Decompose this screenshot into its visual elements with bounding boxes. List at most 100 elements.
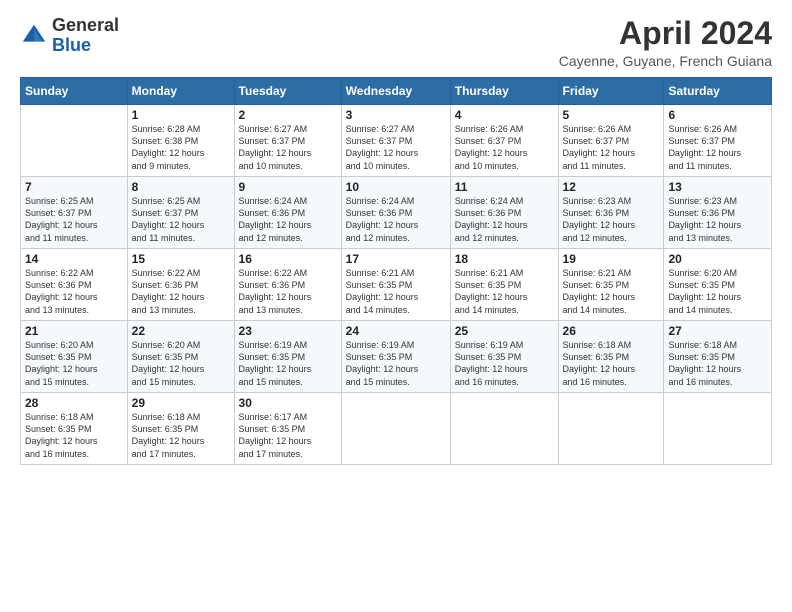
- table-row: 29Sunrise: 6:18 AM Sunset: 6:35 PM Dayli…: [127, 393, 234, 465]
- day-number: 4: [455, 108, 554, 122]
- day-info: Sunrise: 6:28 AM Sunset: 6:38 PM Dayligh…: [132, 123, 230, 172]
- day-info: Sunrise: 6:26 AM Sunset: 6:37 PM Dayligh…: [668, 123, 767, 172]
- day-number: 5: [563, 108, 660, 122]
- logo-text: General Blue: [52, 16, 119, 56]
- day-info: Sunrise: 6:24 AM Sunset: 6:36 PM Dayligh…: [455, 195, 554, 244]
- table-row: 20Sunrise: 6:20 AM Sunset: 6:35 PM Dayli…: [664, 249, 772, 321]
- day-info: Sunrise: 6:27 AM Sunset: 6:37 PM Dayligh…: [346, 123, 446, 172]
- table-row: 26Sunrise: 6:18 AM Sunset: 6:35 PM Dayli…: [558, 321, 664, 393]
- day-number: 16: [239, 252, 337, 266]
- table-row: [664, 393, 772, 465]
- col-tuesday: Tuesday: [234, 78, 341, 105]
- table-row: 19Sunrise: 6:21 AM Sunset: 6:35 PM Dayli…: [558, 249, 664, 321]
- day-number: 18: [455, 252, 554, 266]
- day-number: 27: [668, 324, 767, 338]
- day-info: Sunrise: 6:21 AM Sunset: 6:35 PM Dayligh…: [346, 267, 446, 316]
- calendar-week-row: 1Sunrise: 6:28 AM Sunset: 6:38 PM Daylig…: [21, 105, 772, 177]
- day-info: Sunrise: 6:19 AM Sunset: 6:35 PM Dayligh…: [239, 339, 337, 388]
- day-number: 3: [346, 108, 446, 122]
- day-number: 29: [132, 396, 230, 410]
- table-row: 24Sunrise: 6:19 AM Sunset: 6:35 PM Dayli…: [341, 321, 450, 393]
- table-row: 16Sunrise: 6:22 AM Sunset: 6:36 PM Dayli…: [234, 249, 341, 321]
- day-number: 19: [563, 252, 660, 266]
- page: General Blue April 2024 Cayenne, Guyane,…: [0, 0, 792, 612]
- day-number: 9: [239, 180, 337, 194]
- table-row: 23Sunrise: 6:19 AM Sunset: 6:35 PM Dayli…: [234, 321, 341, 393]
- day-info: Sunrise: 6:19 AM Sunset: 6:35 PM Dayligh…: [346, 339, 446, 388]
- main-title: April 2024: [559, 16, 772, 51]
- col-sunday: Sunday: [21, 78, 128, 105]
- table-row: 2Sunrise: 6:27 AM Sunset: 6:37 PM Daylig…: [234, 105, 341, 177]
- col-saturday: Saturday: [664, 78, 772, 105]
- table-row: 30Sunrise: 6:17 AM Sunset: 6:35 PM Dayli…: [234, 393, 341, 465]
- table-row: 5Sunrise: 6:26 AM Sunset: 6:37 PM Daylig…: [558, 105, 664, 177]
- table-row: 28Sunrise: 6:18 AM Sunset: 6:35 PM Dayli…: [21, 393, 128, 465]
- day-number: 12: [563, 180, 660, 194]
- day-info: Sunrise: 6:22 AM Sunset: 6:36 PM Dayligh…: [25, 267, 123, 316]
- day-info: Sunrise: 6:22 AM Sunset: 6:36 PM Dayligh…: [132, 267, 230, 316]
- day-info: Sunrise: 6:27 AM Sunset: 6:37 PM Dayligh…: [239, 123, 337, 172]
- col-friday: Friday: [558, 78, 664, 105]
- day-info: Sunrise: 6:22 AM Sunset: 6:36 PM Dayligh…: [239, 267, 337, 316]
- table-row: 18Sunrise: 6:21 AM Sunset: 6:35 PM Dayli…: [450, 249, 558, 321]
- calendar-week-row: 21Sunrise: 6:20 AM Sunset: 6:35 PM Dayli…: [21, 321, 772, 393]
- day-number: 25: [455, 324, 554, 338]
- logo-general: General: [52, 16, 119, 36]
- day-number: 1: [132, 108, 230, 122]
- title-block: April 2024 Cayenne, Guyane, French Guian…: [559, 16, 772, 69]
- day-number: 28: [25, 396, 123, 410]
- table-row: 12Sunrise: 6:23 AM Sunset: 6:36 PM Dayli…: [558, 177, 664, 249]
- subtitle: Cayenne, Guyane, French Guiana: [559, 53, 772, 69]
- logo: General Blue: [20, 16, 119, 56]
- table-row: [558, 393, 664, 465]
- day-number: 11: [455, 180, 554, 194]
- day-number: 23: [239, 324, 337, 338]
- day-number: 10: [346, 180, 446, 194]
- day-info: Sunrise: 6:25 AM Sunset: 6:37 PM Dayligh…: [25, 195, 123, 244]
- calendar-table: Sunday Monday Tuesday Wednesday Thursday…: [20, 77, 772, 465]
- table-row: [21, 105, 128, 177]
- header: General Blue April 2024 Cayenne, Guyane,…: [20, 16, 772, 69]
- table-row: 8Sunrise: 6:25 AM Sunset: 6:37 PM Daylig…: [127, 177, 234, 249]
- day-number: 14: [25, 252, 123, 266]
- logo-blue: Blue: [52, 36, 119, 56]
- day-number: 15: [132, 252, 230, 266]
- day-number: 8: [132, 180, 230, 194]
- day-info: Sunrise: 6:23 AM Sunset: 6:36 PM Dayligh…: [563, 195, 660, 244]
- day-number: 6: [668, 108, 767, 122]
- day-info: Sunrise: 6:18 AM Sunset: 6:35 PM Dayligh…: [25, 411, 123, 460]
- day-info: Sunrise: 6:25 AM Sunset: 6:37 PM Dayligh…: [132, 195, 230, 244]
- day-info: Sunrise: 6:18 AM Sunset: 6:35 PM Dayligh…: [132, 411, 230, 460]
- day-number: 17: [346, 252, 446, 266]
- day-number: 24: [346, 324, 446, 338]
- calendar-header-row: Sunday Monday Tuesday Wednesday Thursday…: [21, 78, 772, 105]
- day-info: Sunrise: 6:20 AM Sunset: 6:35 PM Dayligh…: [25, 339, 123, 388]
- table-row: 1Sunrise: 6:28 AM Sunset: 6:38 PM Daylig…: [127, 105, 234, 177]
- day-number: 26: [563, 324, 660, 338]
- day-number: 7: [25, 180, 123, 194]
- table-row: 17Sunrise: 6:21 AM Sunset: 6:35 PM Dayli…: [341, 249, 450, 321]
- day-info: Sunrise: 6:21 AM Sunset: 6:35 PM Dayligh…: [563, 267, 660, 316]
- table-row: 13Sunrise: 6:23 AM Sunset: 6:36 PM Dayli…: [664, 177, 772, 249]
- table-row: [450, 393, 558, 465]
- day-info: Sunrise: 6:23 AM Sunset: 6:36 PM Dayligh…: [668, 195, 767, 244]
- day-number: 2: [239, 108, 337, 122]
- col-wednesday: Wednesday: [341, 78, 450, 105]
- col-monday: Monday: [127, 78, 234, 105]
- table-row: 25Sunrise: 6:19 AM Sunset: 6:35 PM Dayli…: [450, 321, 558, 393]
- day-info: Sunrise: 6:17 AM Sunset: 6:35 PM Dayligh…: [239, 411, 337, 460]
- table-row: [341, 393, 450, 465]
- day-number: 13: [668, 180, 767, 194]
- day-info: Sunrise: 6:26 AM Sunset: 6:37 PM Dayligh…: [563, 123, 660, 172]
- table-row: 11Sunrise: 6:24 AM Sunset: 6:36 PM Dayli…: [450, 177, 558, 249]
- table-row: 15Sunrise: 6:22 AM Sunset: 6:36 PM Dayli…: [127, 249, 234, 321]
- day-number: 21: [25, 324, 123, 338]
- day-number: 30: [239, 396, 337, 410]
- day-info: Sunrise: 6:18 AM Sunset: 6:35 PM Dayligh…: [668, 339, 767, 388]
- table-row: 14Sunrise: 6:22 AM Sunset: 6:36 PM Dayli…: [21, 249, 128, 321]
- table-row: 6Sunrise: 6:26 AM Sunset: 6:37 PM Daylig…: [664, 105, 772, 177]
- day-info: Sunrise: 6:18 AM Sunset: 6:35 PM Dayligh…: [563, 339, 660, 388]
- day-info: Sunrise: 6:26 AM Sunset: 6:37 PM Dayligh…: [455, 123, 554, 172]
- table-row: 9Sunrise: 6:24 AM Sunset: 6:36 PM Daylig…: [234, 177, 341, 249]
- day-info: Sunrise: 6:20 AM Sunset: 6:35 PM Dayligh…: [132, 339, 230, 388]
